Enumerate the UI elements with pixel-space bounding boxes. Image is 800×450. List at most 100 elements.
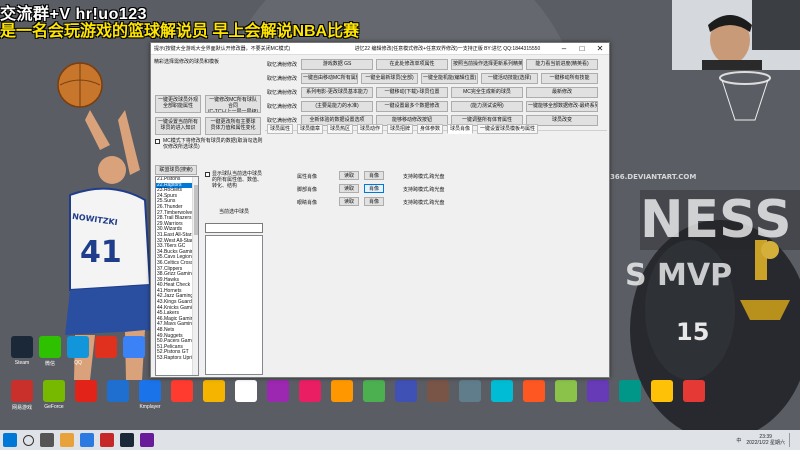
file-explorer-icon[interactable] [60, 433, 74, 447]
desktop-shortcut-icon[interactable] [580, 380, 616, 404]
current-player-field[interactable] [205, 223, 263, 233]
steam-taskbar-icon[interactable] [120, 433, 134, 447]
jersey-number: 41 [80, 235, 122, 270]
app-titlebar[interactable]: 提示(按键大全游戏大全界面默认开修改器，不要关闭MC模式) 进忆22 编辑修改(… [151, 43, 609, 55]
desktop-icons-row2: 网易游戏 GeForce Kmplayer [4, 380, 794, 420]
read-button[interactable]: 读取 [339, 171, 359, 180]
tab-1[interactable]: 球员徽章 [297, 124, 324, 134]
mc-mode-checkbox[interactable] [155, 139, 160, 144]
feature-button[interactable]: 在此处修改单项属性 [376, 59, 448, 70]
task-view-icon[interactable] [40, 433, 54, 447]
attr-row-name: 脚部肖像 [297, 187, 318, 193]
desktop-shortcut-icon[interactable] [420, 380, 456, 404]
desktop-shortcut-icon[interactable] [164, 380, 200, 404]
shortcut-label: GeForce [44, 404, 64, 410]
show-selected-checkbox[interactable] [205, 172, 210, 177]
desktop-shortcut-icon[interactable] [116, 336, 152, 360]
show-desktop-button[interactable] [789, 433, 794, 447]
feature-button[interactable]: 能力看当前进度(精英看) [526, 59, 598, 70]
maximize-button[interactable]: □ [573, 43, 591, 54]
desktop-shortcut-icon[interactable] [612, 380, 648, 404]
feature-button[interactable]: (能力测试说明) [451, 101, 523, 112]
attr-row-hint: 支持跨模式,跨光盘 [403, 174, 445, 180]
desktop-shortcut-icon[interactable] [388, 380, 424, 404]
shortcut-glyph-icon [11, 380, 33, 402]
desktop-shortcut-icon[interactable]: Kmplayer [132, 380, 168, 410]
shortcut-glyph-icon [555, 380, 577, 402]
shortcut-glyph-icon [139, 380, 161, 402]
left-action-button-4[interactable]: 一键更改所有主要球 员体力值和属性变化 [205, 117, 261, 135]
read-button[interactable]: 读取 [339, 197, 359, 206]
clock[interactable]: 23:39 2022/1/22 星期六 [746, 434, 785, 446]
desktop-shortcut-icon[interactable] [452, 380, 488, 404]
desktop-shortcut-icon[interactable] [228, 380, 264, 404]
desktop-shortcut-icon[interactable] [68, 380, 104, 404]
desktop-shortcut-icon[interactable] [676, 380, 712, 404]
feature-button[interactable]: 一键能够全部数据修改-最终系列 [526, 101, 598, 112]
desktop-shortcut-icon[interactable]: GeForce [36, 380, 72, 410]
feature-button[interactable]: 一键设置最多个数据修改 [376, 101, 448, 112]
desktop-shortcut-icon[interactable] [292, 380, 328, 404]
shortcut-label: Kmplayer [139, 404, 161, 410]
left-action-button-3[interactable]: 一键设置当前所有 球员的进入知识 [155, 117, 201, 135]
taskbar: 中 23:39 2022/1/22 星期六 [0, 430, 800, 450]
desktop-shortcut-icon[interactable] [260, 380, 296, 404]
mc-mode-label: MC模式下将修改所有球员的数据(取消勾选则仅修改所选球员) [163, 138, 263, 150]
obs-taskbar-icon[interactable] [140, 433, 154, 447]
tab-3[interactable]: 球员动作 [357, 124, 384, 134]
feature-button[interactable]: 一键全能机能(编辑位置) [421, 73, 478, 84]
feature-button[interactable]: 一键活动技能(选择) [481, 73, 538, 84]
desktop-shortcut-icon[interactable] [100, 380, 136, 404]
clock-date: 2022/1/22 星期六 [746, 440, 785, 446]
tab-6[interactable]: 球员肖像 [447, 124, 474, 134]
feature-row-label: 取忆满射修改 [267, 62, 298, 68]
desktop-shortcut-icon[interactable] [644, 380, 680, 404]
desktop-shortcut-icon[interactable] [324, 380, 360, 404]
team-search-button[interactable]: 联盟球员(搜索) [155, 165, 197, 175]
tab-2[interactable]: 球员热区 [327, 124, 354, 134]
app-title-secondary: 进忆22 编辑修改(任意模式修改+任意双界修改)一支持正版 BY:进忆 QQ:1… [354, 46, 541, 52]
feature-button[interactable]: 一键移动(下载)-球员位置 [376, 87, 448, 98]
app-taskbar-icon[interactable] [100, 433, 114, 447]
read-button[interactable]: 读取 [339, 184, 359, 193]
desktop-shortcut-icon[interactable] [356, 380, 392, 404]
tab-7[interactable]: 一键设置球员模板与属性 [477, 124, 539, 134]
shortcut-glyph-icon [267, 380, 289, 402]
portrait-button[interactable]: 肖像 [364, 171, 384, 180]
start-icon[interactable] [3, 433, 17, 447]
team-list[interactable]: 21.Pistons 22.Raptors 23.Rockets 24.Spurs 25… [155, 176, 199, 376]
desktop-shortcut-icon[interactable] [196, 380, 232, 404]
tab-4[interactable]: 球员招牌 [387, 124, 414, 134]
shortcut-glyph-icon [11, 336, 33, 358]
feature-button[interactable]: 一键移动所有技能 [541, 73, 598, 84]
shortcut-glyph-icon [523, 380, 545, 402]
feature-button[interactable]: 一键自由移动MC所有属性值 [301, 73, 358, 84]
tab-5[interactable]: 身体参数 [417, 124, 444, 134]
search-icon[interactable] [23, 434, 34, 446]
team-list-scrollbar[interactable] [192, 177, 198, 375]
desktop-shortcut-icon[interactable] [548, 380, 584, 404]
desktop-shortcut-icon[interactable] [516, 380, 552, 404]
left-action-button-2[interactable]: 一键修改MC所有球队合同 (C-TC)-(上一层一层级) [205, 95, 261, 113]
feature-button[interactable]: 一键全最新球员(全部) [361, 73, 418, 84]
desktop-shortcut-icon[interactable]: 网易游戏 [4, 380, 40, 411]
ime-indicator[interactable]: 中 [736, 437, 741, 444]
player-list[interactable] [205, 235, 263, 375]
portrait-button[interactable]: 肖像 [364, 197, 384, 206]
feature-button[interactable]: MC完全生成新的球员 [451, 87, 523, 98]
browser-icon[interactable] [80, 433, 94, 447]
portrait-button[interactable]: 肖像 [364, 184, 384, 193]
feature-button[interactable]: 系列电影-更改球员基本能力 [301, 87, 373, 98]
app-title: 提示(按键大全游戏大全界面默认开修改器，不要关闭MC模式) [154, 46, 291, 52]
feature-button[interactable]: 游戏数据 GS [301, 59, 373, 70]
minimize-button[interactable]: – [555, 43, 573, 54]
feature-button[interactable]: 最新修改 [526, 87, 598, 98]
wallpaper-big-text: NESS [640, 190, 792, 250]
close-button[interactable]: ✕ [591, 43, 609, 54]
left-action-button-1[interactable]: 一键更改球员外观 全部职能属性 [155, 95, 201, 113]
shortcut-glyph-icon [123, 336, 145, 358]
feature-button[interactable]: 按照当前操作选择更新系列精英(更及知修改) [451, 59, 523, 70]
desktop-shortcut-icon[interactable] [484, 380, 520, 404]
tab-0[interactable]: 球员属性 [267, 124, 294, 134]
feature-button[interactable]: (主要是能力的水准) [301, 101, 373, 112]
